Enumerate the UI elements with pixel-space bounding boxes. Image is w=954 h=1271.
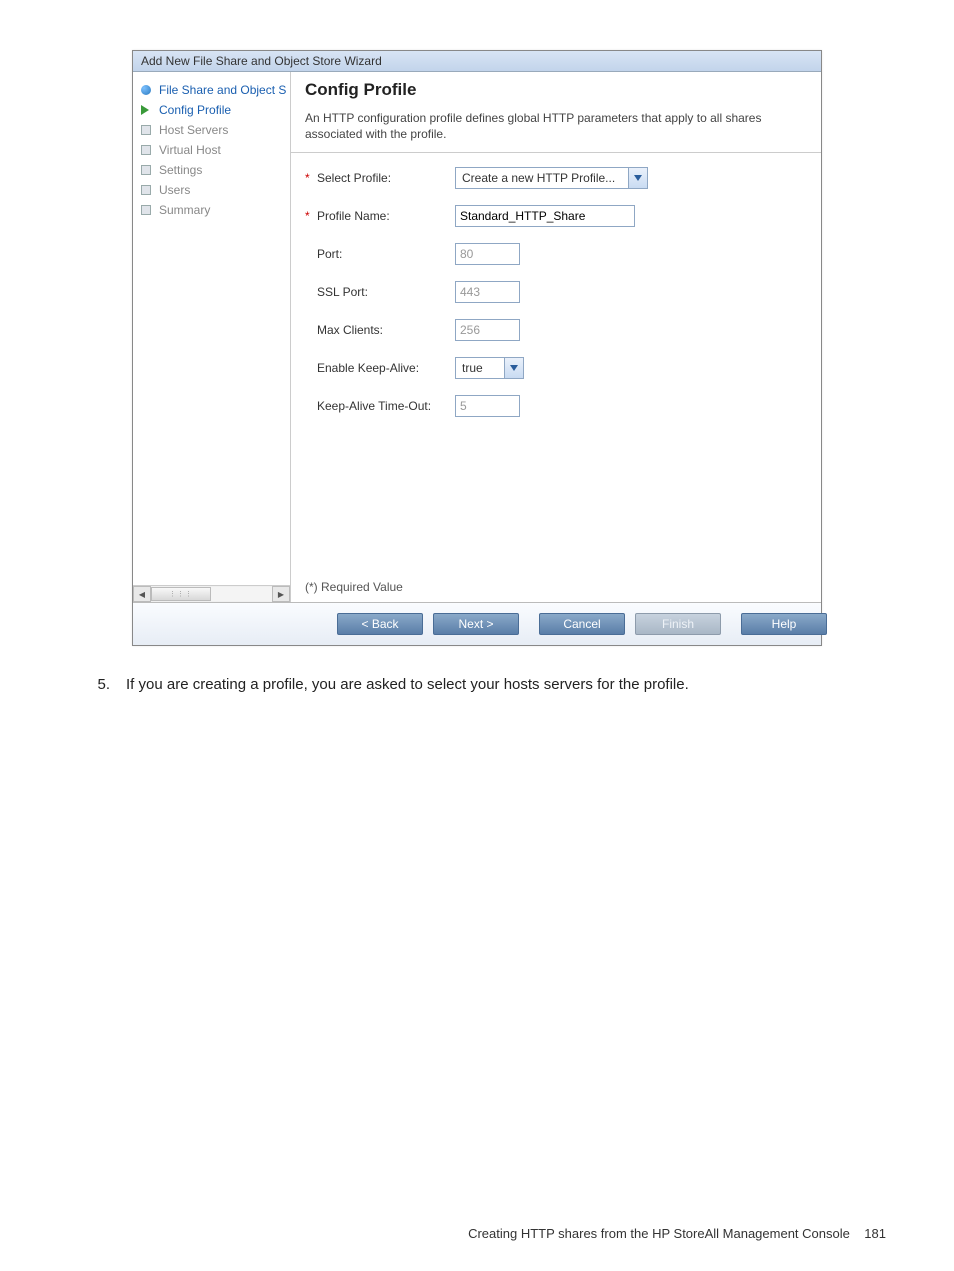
- nav-item-summary[interactable]: Summary: [141, 200, 290, 220]
- instruction-step: 5. If you are creating a profile, you ar…: [68, 676, 886, 693]
- help-button[interactable]: Help: [741, 613, 827, 635]
- wizard-dialog: Add New File Share and Object Store Wiza…: [132, 50, 822, 646]
- wizard-main: Config Profile An HTTP configuration pro…: [291, 72, 821, 602]
- nav-scrollbar[interactable]: ◀ ⋮⋮⋮ ▶: [133, 585, 290, 602]
- row-port: Port:: [305, 243, 807, 265]
- nav-item-settings[interactable]: Settings: [141, 160, 290, 180]
- select-profile-value: Create a new HTTP Profile...: [456, 168, 628, 188]
- step-pending-icon: [141, 205, 151, 215]
- chevron-down-icon[interactable]: [628, 168, 647, 188]
- keep-alive-timeout-input[interactable]: [455, 395, 520, 417]
- step-pending-icon: [141, 165, 151, 175]
- scroll-thumb[interactable]: ⋮⋮⋮: [151, 587, 211, 601]
- max-clients-input[interactable]: [455, 319, 520, 341]
- dialog-title: Add New File Share and Object Store Wiza…: [141, 54, 382, 68]
- next-button[interactable]: Next >: [433, 613, 519, 635]
- label-keep-alive-timeout: Keep-Alive Time-Out:: [305, 399, 455, 413]
- row-keep-alive-timeout: Keep-Alive Time-Out:: [305, 395, 807, 417]
- page-heading: Config Profile: [305, 80, 807, 100]
- row-max-clients: Max Clients:: [305, 319, 807, 341]
- page-description: An HTTP configuration profile defines gl…: [305, 110, 807, 142]
- label-keep-alive: Enable Keep-Alive:: [305, 361, 455, 375]
- label-max-clients: Max Clients:: [305, 323, 455, 337]
- form-area: * Select Profile: Create a new HTTP Prof…: [291, 153, 821, 602]
- required-note: (*) Required Value: [305, 580, 403, 594]
- select-profile-combo[interactable]: Create a new HTTP Profile...: [455, 167, 648, 189]
- page-footer: Creating HTTP shares from the HP StoreAl…: [468, 1226, 886, 1241]
- nav-item-config-profile[interactable]: Config Profile: [141, 100, 290, 120]
- button-bar: < Back Next > Cancel Finish Help: [133, 602, 821, 645]
- label-select-profile: * Select Profile:: [305, 171, 455, 185]
- arrow-right-icon: [141, 105, 151, 115]
- scroll-track[interactable]: ⋮⋮⋮: [151, 587, 272, 601]
- keep-alive-combo[interactable]: true: [455, 357, 524, 379]
- step-text: If you are creating a profile, you are a…: [126, 676, 689, 693]
- finish-button: Finish: [635, 613, 721, 635]
- step-pending-icon: [141, 145, 151, 155]
- wizard-nav: File Share and Object S Config Profile H…: [133, 72, 291, 602]
- scroll-left-icon[interactable]: ◀: [133, 586, 151, 602]
- footer-text: Creating HTTP shares from the HP StoreAl…: [468, 1226, 850, 1241]
- label-profile-name: * Profile Name:: [305, 209, 455, 223]
- row-profile-name: * Profile Name:: [305, 205, 807, 227]
- step-pending-icon: [141, 185, 151, 195]
- required-star-icon: *: [305, 209, 313, 223]
- chevron-down-icon[interactable]: [504, 358, 523, 378]
- nav-item-virtual-host[interactable]: Virtual Host: [141, 140, 290, 160]
- row-ssl-port: SSL Port:: [305, 281, 807, 303]
- label-port: Port:: [305, 247, 455, 261]
- required-star-icon: *: [305, 171, 313, 185]
- dialog-titlebar: Add New File Share and Object Store Wiza…: [133, 51, 821, 72]
- scroll-right-icon[interactable]: ▶: [272, 586, 290, 602]
- ssl-port-input[interactable]: [455, 281, 520, 303]
- profile-name-input[interactable]: [455, 205, 635, 227]
- row-select-profile: * Select Profile: Create a new HTTP Prof…: [305, 167, 807, 189]
- nav-item-file-share[interactable]: File Share and Object S: [141, 80, 290, 100]
- keep-alive-value: true: [456, 358, 504, 378]
- page-number: 181: [864, 1226, 886, 1241]
- step-pending-icon: [141, 125, 151, 135]
- main-header: Config Profile An HTTP configuration pro…: [291, 72, 821, 153]
- cancel-button[interactable]: Cancel: [539, 613, 625, 635]
- port-input[interactable]: [455, 243, 520, 265]
- step-number: 5.: [68, 676, 126, 693]
- nav-item-users[interactable]: Users: [141, 180, 290, 200]
- row-keep-alive: Enable Keep-Alive: true: [305, 357, 807, 379]
- dialog-body: File Share and Object S Config Profile H…: [133, 72, 821, 602]
- label-ssl-port: SSL Port:: [305, 285, 455, 299]
- nav-item-host-servers[interactable]: Host Servers: [141, 120, 290, 140]
- back-button[interactable]: < Back: [337, 613, 423, 635]
- check-icon: [141, 85, 151, 95]
